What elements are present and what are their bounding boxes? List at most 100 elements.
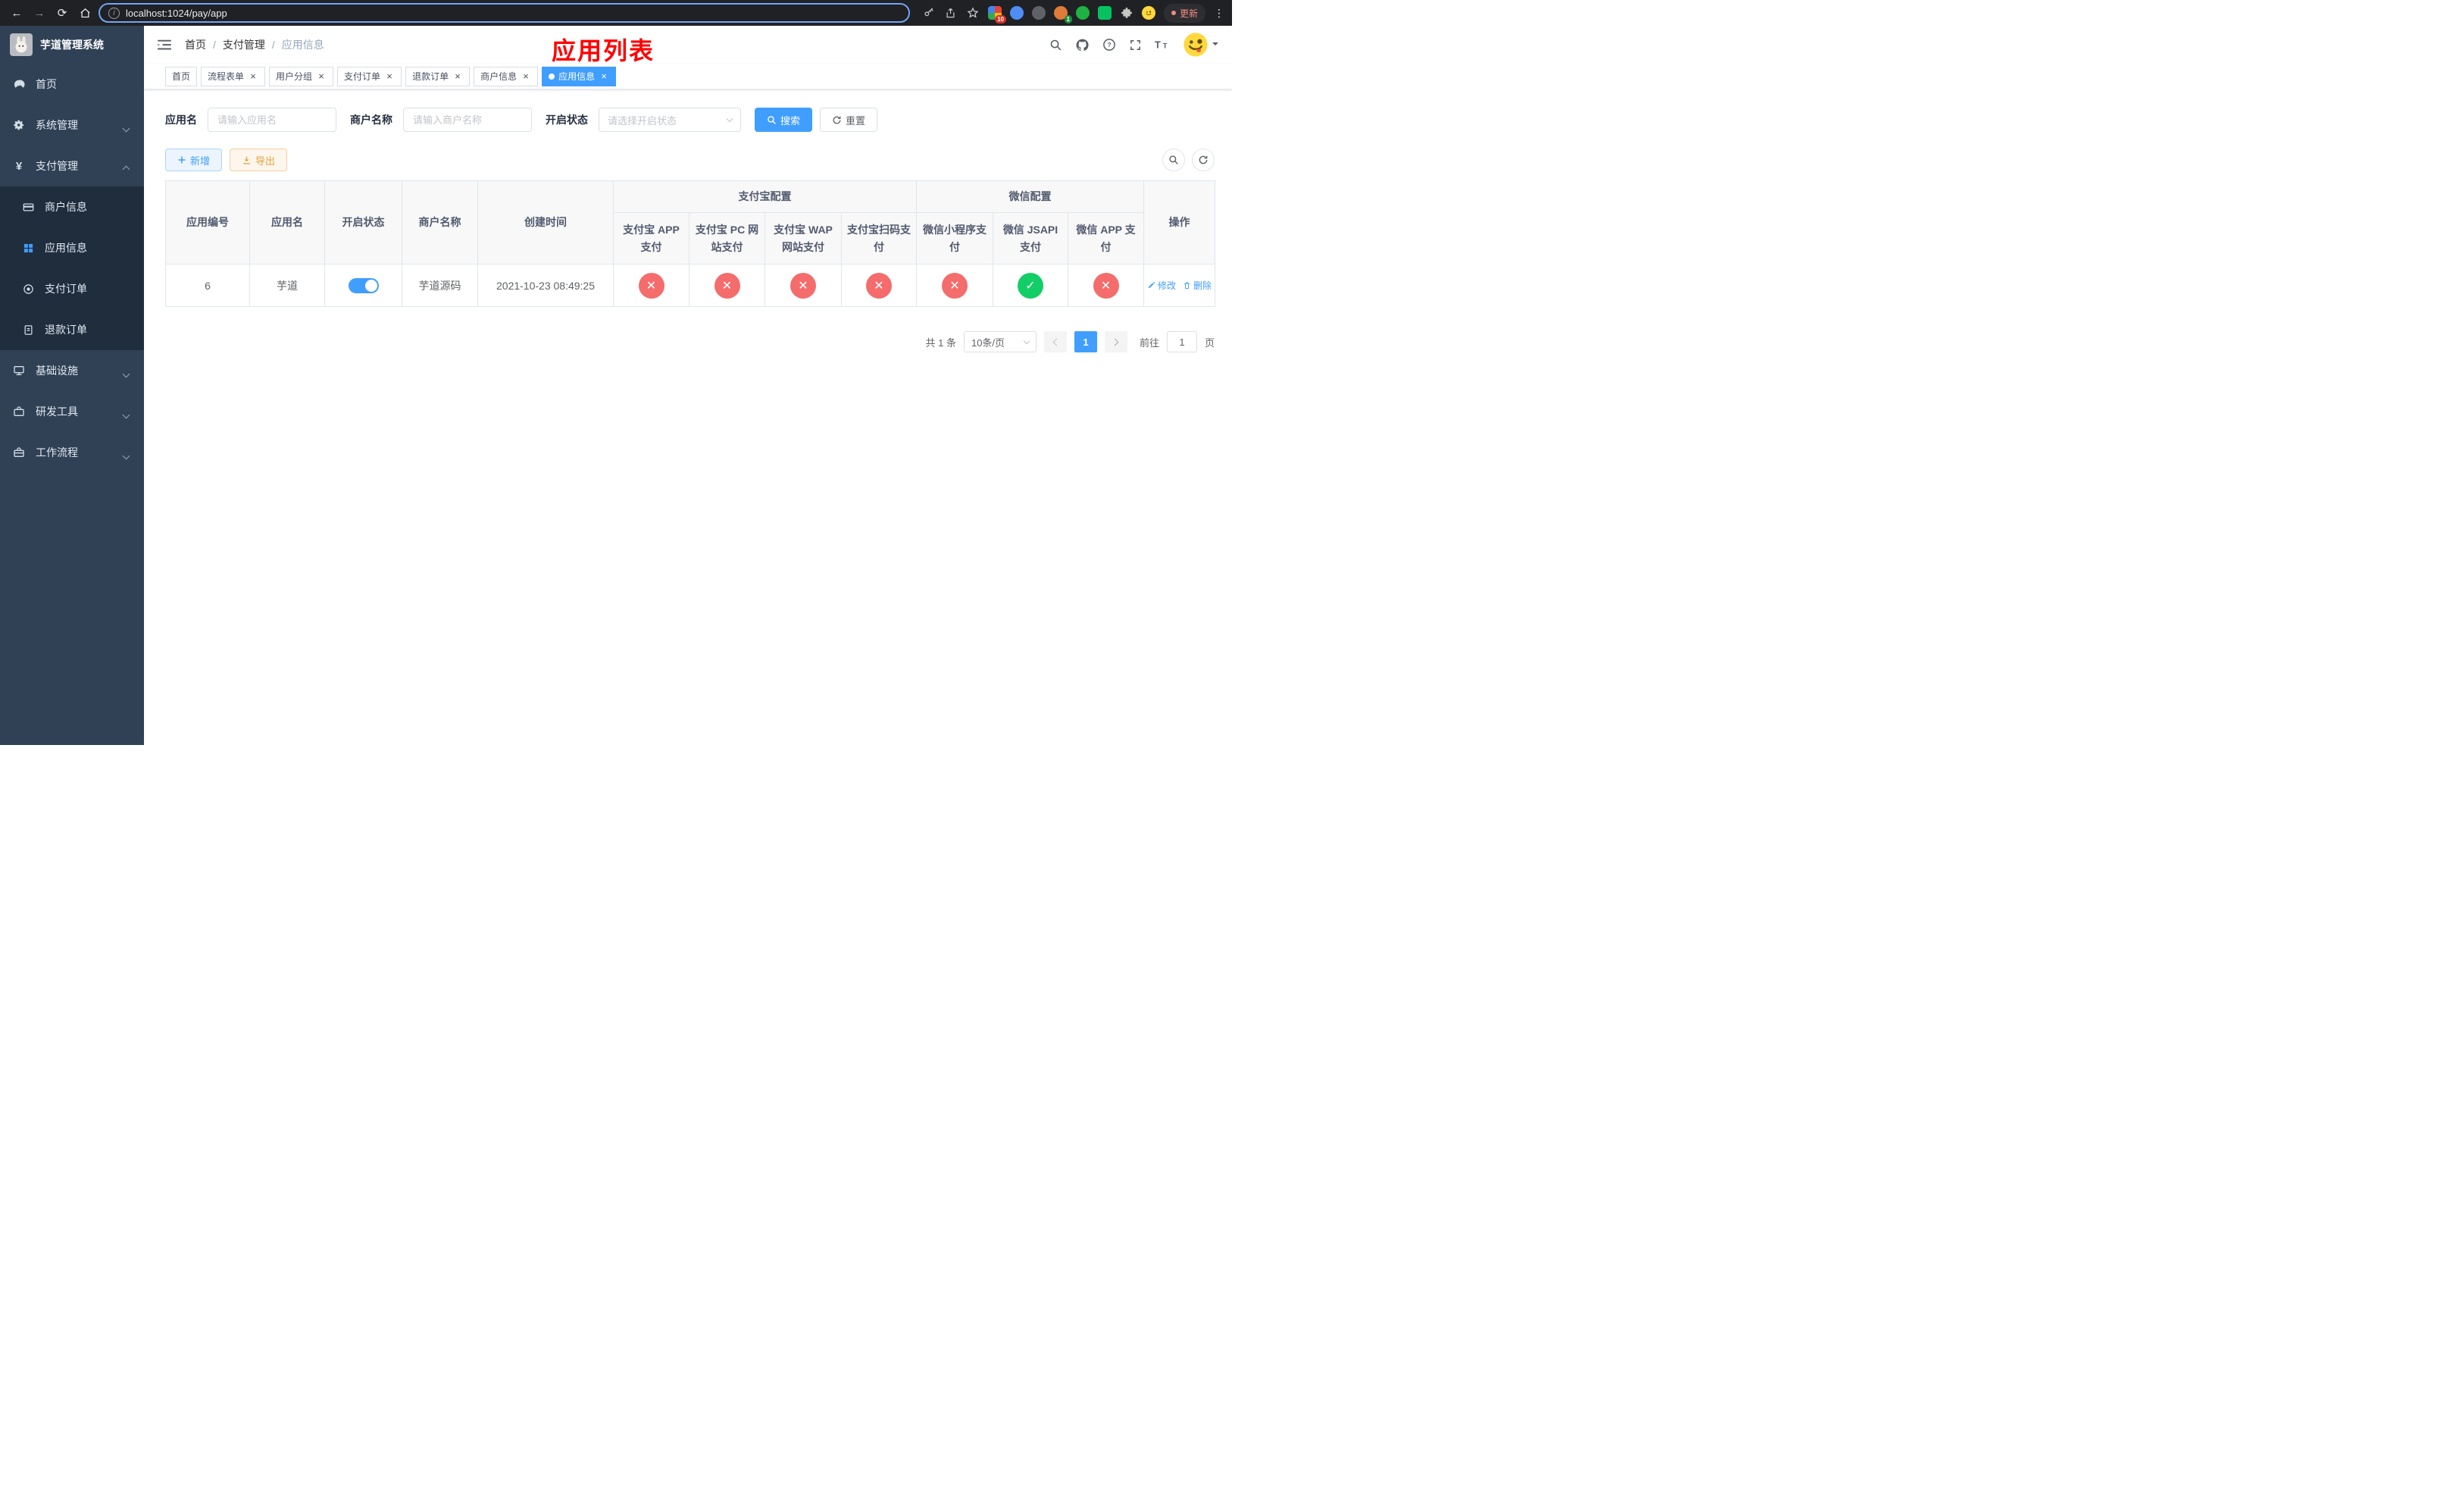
- user-avatar-menu[interactable]: [1183, 32, 1218, 58]
- sidebar-item-merchant-info[interactable]: 商户信息: [0, 186, 144, 227]
- tab-pay-order[interactable]: 支付订单 ×: [337, 66, 402, 86]
- col-wx-lite: 微信小程序支付: [916, 212, 993, 265]
- page-number-1[interactable]: 1: [1074, 331, 1097, 352]
- sidebar-item-pay-order[interactable]: 支付订单: [0, 268, 144, 309]
- sidebar-item-payment[interactable]: ¥ 支付管理: [0, 146, 144, 186]
- share-icon[interactable]: [944, 6, 958, 20]
- font-size-icon[interactable]: TT: [1155, 39, 1170, 51]
- app-logo[interactable]: 芋道管理系统: [0, 26, 144, 64]
- status-toggle[interactable]: [348, 277, 379, 293]
- chevron-down-icon: [122, 408, 130, 420]
- breadcrumb-home[interactable]: 首页: [185, 37, 206, 52]
- app-name-input[interactable]: [208, 108, 336, 132]
- close-tab-icon[interactable]: ×: [599, 71, 609, 82]
- close-tab-icon[interactable]: ×: [248, 71, 258, 82]
- reload-icon[interactable]: ⟳: [53, 4, 71, 22]
- page-content: 应用名 商户名称 开启状态 请选择开启状态 搜索 重置: [144, 89, 1232, 745]
- sidebar-item-label: 工作流程: [36, 446, 78, 459]
- tab-label: 退款订单: [412, 71, 449, 82]
- edit-icon: [1148, 281, 1155, 289]
- extension-green-circle-icon[interactable]: [1075, 6, 1090, 20]
- col-alipay-qr: 支付宝扫码支付: [841, 212, 917, 265]
- delete-icon: [1184, 282, 1190, 290]
- export-button[interactable]: 导出: [230, 149, 288, 171]
- goto-page-input[interactable]: [1166, 331, 1197, 352]
- github-icon[interactable]: [1075, 38, 1090, 52]
- prev-page-button[interactable]: [1043, 331, 1067, 352]
- close-tab-icon[interactable]: ×: [452, 71, 463, 82]
- toggle-search-button[interactable]: [1162, 149, 1185, 171]
- sidebar-item-dev-tools[interactable]: 研发工具: [0, 391, 144, 432]
- reset-button[interactable]: 重置: [820, 108, 878, 132]
- breadcrumb-payment[interactable]: 支付管理: [223, 37, 265, 52]
- sidebar-item-label: 支付订单: [45, 283, 87, 295]
- browser-menu-icon[interactable]: ⋮: [1214, 7, 1224, 20]
- update-dot-icon: [1171, 11, 1176, 15]
- monitor-icon: [12, 365, 26, 377]
- delete-link[interactable]: 删除: [1183, 279, 1212, 292]
- sidebar-item-infrastructure[interactable]: 基础设施: [0, 350, 144, 391]
- close-tab-icon[interactable]: ×: [521, 71, 531, 82]
- sidebar-item-system[interactable]: 系统管理: [0, 105, 144, 146]
- search-icon: [768, 115, 776, 124]
- fullscreen-icon[interactable]: [1129, 39, 1142, 52]
- tab-refund-order[interactable]: 退款订单 ×: [405, 66, 471, 86]
- url-bar[interactable]: i localhost:1024/pay/app: [98, 3, 910, 23]
- merchant-name-input[interactable]: [403, 108, 532, 132]
- extension-dark-icon[interactable]: [1031, 6, 1046, 20]
- back-icon[interactable]: ←: [8, 4, 26, 22]
- status-select-placeholder: 请选择开启状态: [608, 114, 677, 127]
- caret-down-icon: [1212, 42, 1218, 49]
- refresh-icon: [1199, 155, 1208, 164]
- status-select[interactable]: 请选择开启状态: [599, 108, 741, 132]
- col-app-name: 应用名: [249, 180, 325, 265]
- sidebar-item-workflow[interactable]: 工作流程: [0, 432, 144, 473]
- add-button[interactable]: 新增: [165, 149, 223, 171]
- close-tab-icon[interactable]: ×: [316, 71, 327, 82]
- page-size-select[interactable]: 10条/页: [963, 331, 1037, 352]
- browser-profile-avatar[interactable]: [1141, 6, 1155, 20]
- alipay-app-status-icon: ✕: [638, 272, 664, 299]
- tab-merchant-info[interactable]: 商户信息 ×: [474, 66, 539, 86]
- home-icon[interactable]: [76, 4, 94, 22]
- sidebar-submenu-payment: 商户信息 应用信息 支付订单 退款订单: [0, 186, 144, 350]
- browser-toolbar: 10 1 更新 ⋮: [922, 3, 1224, 23]
- sidebar-item-home[interactable]: 首页: [0, 64, 144, 105]
- extension-wechat-icon[interactable]: [1097, 6, 1112, 20]
- navbar-actions: ? TT: [1049, 32, 1218, 58]
- password-key-icon[interactable]: [922, 6, 936, 20]
- credit-card-icon: [21, 202, 35, 213]
- tab-process-form[interactable]: 流程表单 ×: [201, 66, 266, 86]
- site-info-icon[interactable]: i: [108, 7, 120, 19]
- tab-home[interactable]: 首页: [165, 66, 198, 86]
- tab-app-info[interactable]: 应用信息 ×: [542, 66, 617, 86]
- search-button[interactable]: 搜索: [755, 108, 813, 132]
- browser-chrome: ← → ⟳ i localhost:1024/pay/app 10 1 更新 ⋮: [0, 0, 1232, 26]
- gear-icon: [12, 119, 26, 131]
- next-page-button[interactable]: [1104, 331, 1127, 352]
- edit-link[interactable]: 修改: [1147, 279, 1176, 292]
- extension-tampermonkey-icon[interactable]: 10: [987, 6, 1006, 23]
- breadcrumb: 首页 / 支付管理 / 应用信息: [185, 37, 324, 52]
- bookmark-star-icon[interactable]: [966, 6, 980, 20]
- sidebar-item-label: 系统管理: [36, 119, 78, 131]
- extension-blue-icon[interactable]: [1009, 6, 1024, 20]
- sidebar-item-refund-order[interactable]: 退款订单: [0, 309, 144, 350]
- refresh-table-button[interactable]: [1192, 149, 1215, 171]
- workflow-icon: [12, 446, 26, 459]
- col-alipay-wap: 支付宝 WAP 网站支付: [765, 212, 842, 265]
- forward-icon[interactable]: →: [30, 4, 48, 22]
- search-icon[interactable]: [1049, 39, 1062, 52]
- sidebar-item-app-info[interactable]: 应用信息: [0, 227, 144, 268]
- table-row: 6 芋道 芋道源码 2021-10-23 08:49:25 ✕ ✕ ✕ ✕ ✕ …: [165, 264, 1215, 307]
- pagination: 共 1 条 10条/页 1 前往 页: [165, 331, 1215, 352]
- extension-avatar-icon[interactable]: 1: [1053, 6, 1072, 23]
- chevron-down-icon: [1023, 337, 1030, 344]
- close-tab-icon[interactable]: ×: [384, 71, 395, 82]
- collapse-sidebar-icon[interactable]: [158, 39, 171, 51]
- sidebar-item-label: 应用信息: [45, 242, 87, 254]
- tab-user-group[interactable]: 用户分组 ×: [269, 66, 334, 86]
- help-icon[interactable]: ?: [1102, 38, 1116, 52]
- browser-update-button[interactable]: 更新: [1163, 3, 1205, 23]
- extensions-puzzle-icon[interactable]: [1120, 6, 1134, 20]
